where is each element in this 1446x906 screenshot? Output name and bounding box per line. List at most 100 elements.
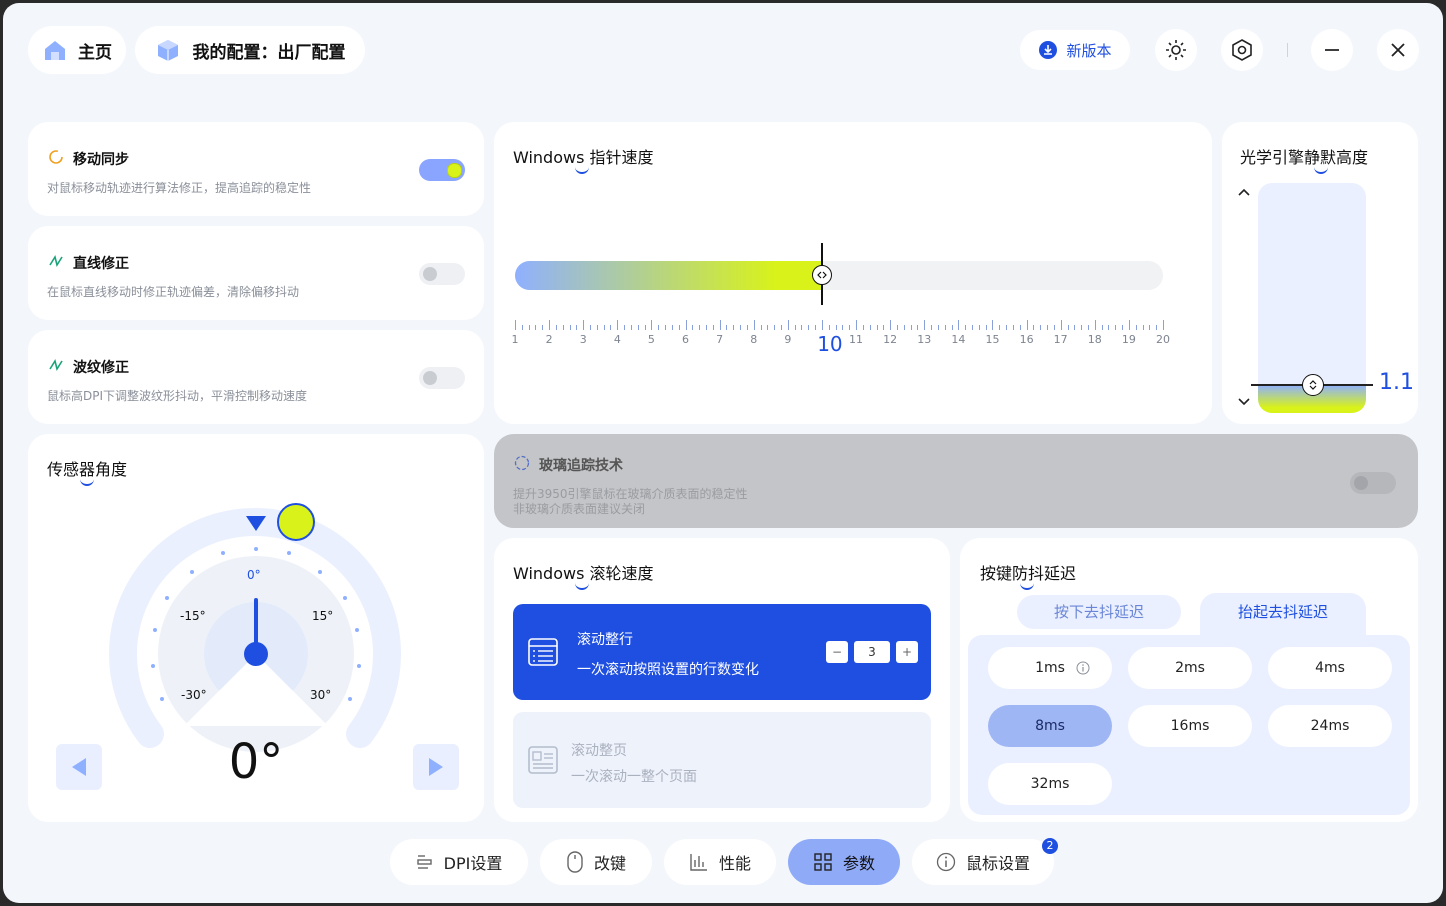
info-icon	[936, 852, 956, 872]
ruler-tick	[1074, 325, 1076, 330]
line-correction-desc: 在鼠标直线移动时修正轨迹偏差，清除偏移抖动	[47, 285, 300, 299]
home-icon	[45, 41, 65, 60]
triangle-left-icon	[72, 758, 86, 776]
ripple-correction-title: 波纹修正	[73, 360, 129, 376]
ruler-tick	[1115, 325, 1117, 330]
debounce-option-4ms[interactable]: 4ms	[1268, 647, 1392, 689]
scroll-line-desc: 一次滚动按照设置的行数变化	[577, 662, 759, 678]
ruler-tick	[849, 325, 851, 330]
nav-dpi-button[interactable]: DPI设置	[390, 839, 528, 885]
angle-label-m15: -15°	[180, 609, 206, 623]
ruler-tick	[712, 325, 714, 330]
ruler-tick	[1081, 325, 1083, 330]
settings-button[interactable]	[1221, 29, 1263, 71]
ruler-tick	[1067, 325, 1069, 330]
header-divider	[1287, 43, 1288, 57]
angle-label-m30: -30°	[181, 688, 207, 702]
ripple-correction-desc: 鼠标高DPI下调整波纹形抖动，平滑控制移动速度	[47, 389, 308, 403]
ruler-tick	[699, 325, 701, 330]
debounce-option-1ms[interactable]: 1ms	[988, 647, 1112, 689]
pointer-speed-tick-label: 8	[750, 333, 758, 346]
nav-keys-button[interactable]: 改键	[540, 839, 652, 885]
ruler-tick	[1033, 325, 1035, 330]
ruler-tick	[610, 325, 612, 330]
motion-sync-toggle[interactable]	[419, 159, 465, 181]
pointer-speed-tick-label: 9	[784, 333, 792, 346]
ruler-tick	[658, 325, 660, 330]
lift-off-value: 1.1	[1379, 370, 1414, 396]
pointer-speed-tick-label: 18	[1087, 333, 1102, 346]
pointer-speed-title: Windows 指针速度	[513, 144, 654, 174]
grid-icon	[814, 853, 832, 871]
scroll-page-desc: 一次滚动一整个页面	[571, 769, 697, 785]
debounce-option-32ms[interactable]: 32ms	[988, 763, 1112, 805]
ruler-tick	[999, 325, 1001, 330]
ruler-tick	[617, 320, 619, 330]
debounce-card: 按键防抖延迟 按下去抖延迟 1ms 2ms 4ms 8ms 16ms 24ms …	[960, 538, 1418, 822]
ruler-tick	[856, 320, 858, 330]
pointer-speed-tick-label: 6	[682, 333, 690, 346]
ripple-correction-toggle[interactable]	[419, 367, 465, 389]
ruler-tick	[965, 325, 967, 330]
angle-value: 0°	[228, 734, 284, 790]
config-selector[interactable]: 我的配置：出厂配置	[135, 26, 365, 74]
ruler-tick	[583, 320, 585, 330]
info-icon[interactable]	[1076, 661, 1090, 675]
angle-decrease-button[interactable]	[56, 744, 102, 790]
ruler-tick	[726, 325, 728, 330]
line-correction-title: 直线修正	[73, 256, 129, 272]
scroll-lines-minus-button[interactable]: −	[826, 641, 848, 663]
ruler-tick	[1040, 325, 1042, 330]
pointer-speed-tick-label: 13	[917, 333, 932, 346]
scroll-lines-input[interactable]: 3	[854, 641, 890, 663]
toggle-knob	[423, 371, 437, 385]
nav-mouse-settings-button[interactable]: 鼠标设置	[912, 839, 1054, 885]
pointer-speed-track[interactable]	[515, 261, 1163, 290]
scroll-speed-card: Windows 滚轮速度 滚动整行 一次滚动按照设置的行数变化 − 3 + 滚动…	[494, 538, 950, 822]
debounce-option-2ms[interactable]: 2ms	[1128, 647, 1252, 689]
debounce-tab-release[interactable]: 抬起去抖延迟	[1200, 593, 1366, 637]
chevron-up-icon[interactable]	[1237, 186, 1251, 200]
toggle-knob	[447, 163, 462, 178]
glass-tracking-desc2: 非玻璃介质表面建议关闭	[513, 502, 646, 516]
ripple-correction-card: 波纹修正 鼠标高DPI下调整波纹形抖动，平滑控制移动速度	[28, 330, 484, 424]
scroll-page-option[interactable]: 滚动整页 一次滚动一整个页面	[513, 712, 931, 808]
nav-performance-button[interactable]: 性能	[664, 839, 776, 885]
debounce-tab-press[interactable]: 按下去抖延迟	[1017, 595, 1181, 629]
ruler-tick	[685, 320, 687, 330]
pointer-speed-handle[interactable]	[811, 265, 832, 285]
scroll-lines-plus-button[interactable]: +	[896, 641, 918, 663]
glass-tracking-toggle[interactable]	[1350, 472, 1396, 494]
ruler-tick	[1012, 325, 1014, 330]
ruler-tick	[1053, 325, 1055, 330]
new-version-label: 新版本	[1066, 41, 1112, 60]
ruler-tick	[924, 320, 926, 330]
nav-params-button[interactable]: 参数	[788, 839, 900, 885]
home-button[interactable]: 主页	[28, 26, 126, 74]
chevron-down-icon[interactable]	[1237, 394, 1251, 408]
debounce-option-24ms[interactable]: 24ms	[1268, 705, 1392, 747]
theme-toggle-button[interactable]	[1155, 29, 1197, 71]
line-correction-card: 直线修正 在鼠标直线移动时修正轨迹偏差，清除偏移抖动	[28, 226, 484, 320]
angle-dial[interactable]	[98, 494, 414, 754]
arrows-vertical-icon	[1309, 380, 1317, 391]
zigzag-icon	[49, 358, 63, 372]
hex-gear-icon	[1232, 39, 1252, 61]
ruler-tick	[958, 320, 960, 330]
ruler-tick	[1019, 325, 1021, 330]
line-correction-toggle[interactable]	[419, 263, 465, 285]
scroll-line-option[interactable]: 滚动整行 一次滚动按照设置的行数变化 − 3 +	[513, 604, 931, 700]
debounce-option-16ms[interactable]: 16ms	[1128, 705, 1252, 747]
ruler-tick	[883, 325, 885, 330]
debounce-option-8ms[interactable]: 8ms	[988, 705, 1112, 747]
ruler-tick	[671, 325, 673, 330]
ruler-tick	[978, 325, 980, 330]
pointer-speed-tick-label: 12	[883, 333, 898, 346]
minimize-button[interactable]	[1311, 29, 1353, 71]
pointer-speed-tick-label: 1	[511, 333, 519, 346]
close-button[interactable]	[1377, 29, 1419, 71]
ruler-tick	[760, 325, 762, 330]
angle-increase-button[interactable]	[413, 744, 459, 790]
new-version-button[interactable]: 新版本	[1020, 30, 1130, 70]
pointer-speed-tick-label: 17	[1053, 333, 1068, 346]
